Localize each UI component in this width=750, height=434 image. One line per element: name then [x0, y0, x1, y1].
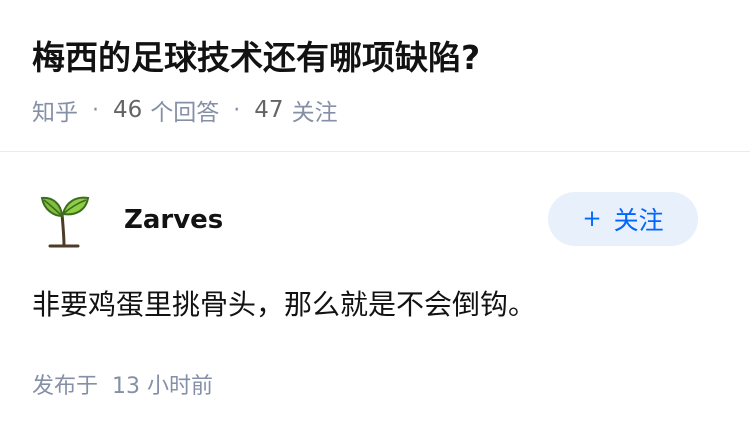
time-prefix: 发布于	[32, 374, 99, 399]
answer-count-label: 个回答	[150, 100, 220, 126]
source-label[interactable]: 知乎	[32, 93, 78, 127]
answer-content[interactable]: 非要鸡蛋里挑骨头，那么就是不会倒钩。	[32, 284, 536, 326]
sprout-icon	[40, 196, 90, 248]
follow-button-label: 关注	[613, 206, 664, 235]
answer-card: Zarves + 关注 非要鸡蛋里挑骨头，那么就是不会倒钩。 发布于 13 小时…	[0, 152, 750, 434]
author-name[interactable]: Zarves	[124, 202, 223, 238]
follow-count-label: 关注	[291, 100, 338, 126]
author-row: Zarves + 关注	[32, 188, 718, 252]
follow-button[interactable]: + 关注	[548, 192, 698, 246]
question-header: 梅西的足球技术还有哪项缺陷? 知乎 · 46 个回答 · 47 关注	[0, 0, 750, 150]
separator-dot: ·	[233, 97, 241, 123]
follow-count: 47	[254, 97, 284, 123]
plus-icon: +	[582, 206, 602, 232]
avatar[interactable]	[32, 188, 96, 252]
question-meta: 知乎 · 46 个回答 · 47 关注	[32, 92, 338, 128]
answer-time: 发布于 13 小时前	[32, 366, 213, 402]
separator-dot: ·	[92, 97, 99, 123]
time-value: 13 小时前	[112, 374, 214, 399]
question-page: 梅西的足球技术还有哪项缺陷? 知乎 · 46 个回答 · 47 关注 Zarve…	[0, 0, 750, 434]
answer-count: 46	[113, 97, 143, 123]
question-title[interactable]: 梅西的足球技术还有哪项缺陷?	[32, 34, 480, 82]
